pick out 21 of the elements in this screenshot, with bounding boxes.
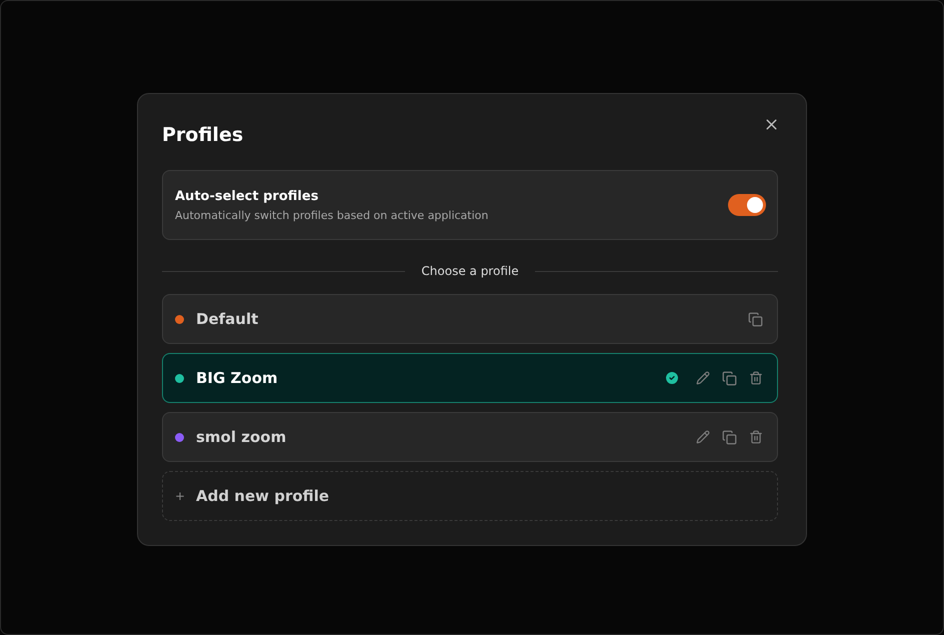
edit-button[interactable] [696, 371, 710, 385]
profile-item[interactable]: smol zoom [162, 412, 778, 462]
dialog-title: Profiles [162, 124, 244, 146]
copy-button[interactable] [722, 430, 737, 444]
plus-icon: + [175, 489, 184, 503]
profile-item[interactable]: Default [162, 294, 778, 344]
profile-item[interactable]: BIG Zoom [162, 353, 778, 403]
profile-name: smol zoom [196, 428, 288, 446]
auto-select-description: Automatically switch profiles based on active application [175, 208, 488, 222]
add-profile-button[interactable]: + Add new profile [162, 471, 778, 521]
copy-button[interactable] [748, 312, 763, 326]
copy-button[interactable] [722, 370, 737, 386]
auto-select-label: Auto-select profiles [175, 188, 320, 204]
check-circle-icon [664, 370, 680, 386]
delete-button[interactable] [749, 430, 763, 444]
edit-button[interactable] [696, 430, 710, 444]
profile-name: BIG Zoom [196, 369, 279, 387]
delete-button[interactable] [749, 371, 763, 385]
profile-name: Default [196, 310, 260, 328]
auto-select-toggle[interactable] [728, 194, 766, 216]
divider-label: Choose a profile [421, 264, 519, 278]
